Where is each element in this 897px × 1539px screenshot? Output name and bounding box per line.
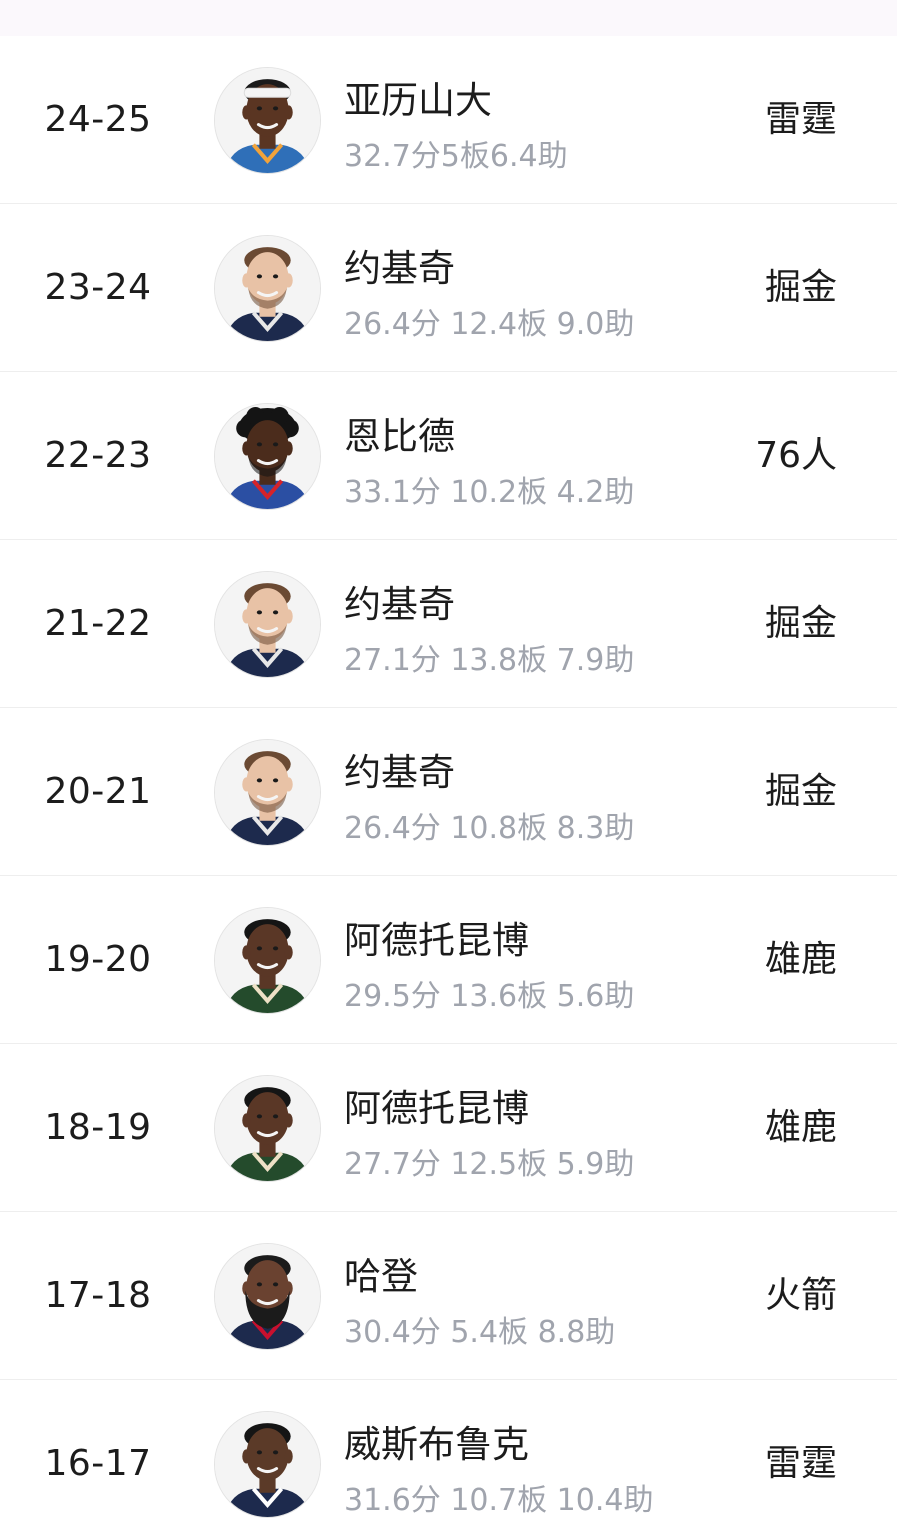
player-photo-icon[interactable] [214, 907, 321, 1014]
player-name[interactable]: 约基奇 [344, 238, 455, 292]
team-name: 雷霆 [764, 99, 837, 140]
player-stats: 30.4分 5.4板 8.8助 [344, 1315, 616, 1350]
player-photo-icon[interactable] [214, 235, 321, 342]
player-photo-icon[interactable] [214, 571, 321, 678]
player-stats: 31.6分 10.7板 10.4助 [344, 1483, 654, 1518]
team-name: 雄鹿 [764, 1107, 837, 1148]
player-stats: 32.7分5板6.4助 [344, 139, 568, 174]
season-label: 17-18 [44, 1275, 152, 1316]
team-name: 76人 [755, 435, 837, 476]
top-strip [0, 0, 897, 36]
mvp-row[interactable]: 24-25 亚历山大 32.7分5板6.4助 雷霆 [0, 36, 897, 204]
mvp-row[interactable]: 21-22 约基奇 27.1分 13.8板 7.9助 掘金 [0, 540, 897, 708]
player-name[interactable]: 威斯布鲁克 [344, 1414, 529, 1468]
mvp-row[interactable]: 17-18 哈登 30.4分 5.4板 8.8助 火箭 [0, 1212, 897, 1380]
season-label: 23-24 [44, 267, 152, 308]
player-name[interactable]: 阿德托昆博 [344, 910, 529, 964]
player-name[interactable]: 亚历山大 [344, 70, 492, 124]
player-stats: 29.5分 13.6板 5.6助 [344, 979, 635, 1014]
player-stats: 33.1分 10.2板 4.2助 [344, 475, 635, 510]
player-name[interactable]: 阿德托昆博 [344, 1078, 529, 1132]
team-name: 掘金 [764, 603, 837, 644]
season-label: 18-19 [44, 1107, 152, 1148]
team-name: 掘金 [764, 771, 837, 812]
team-name: 雄鹿 [764, 939, 837, 980]
mvp-row[interactable]: 23-24 约基奇 26.4分 12.4板 9.0助 掘金 [0, 204, 897, 372]
player-name[interactable]: 哈登 [344, 1246, 418, 1300]
team-name: 火箭 [764, 1275, 837, 1316]
player-photo-icon[interactable] [214, 403, 321, 510]
mvp-row[interactable]: 18-19 阿德托昆博 27.7分 12.5板 5.9助 雄鹿 [0, 1044, 897, 1212]
season-label: 24-25 [44, 99, 152, 140]
mvp-row[interactable]: 19-20 阿德托昆博 29.5分 13.6板 5.6助 雄鹿 [0, 876, 897, 1044]
season-label: 19-20 [44, 939, 152, 980]
player-name[interactable]: 约基奇 [344, 574, 455, 628]
team-name: 雷霆 [764, 1443, 837, 1484]
season-label: 21-22 [44, 603, 152, 644]
player-stats: 26.4分 12.4板 9.0助 [344, 307, 635, 342]
player-stats: 26.4分 10.8板 8.3助 [344, 811, 635, 846]
player-name[interactable]: 约基奇 [344, 742, 455, 796]
season-label: 16-17 [44, 1443, 152, 1484]
season-label: 20-21 [44, 771, 152, 812]
mvp-list: 24-25 亚历山大 32.7分5板6.4助 雷霆 23-24 约基奇 26.4分 12.4… [0, 36, 897, 1539]
player-photo-icon[interactable] [214, 1411, 321, 1518]
season-label: 22-23 [44, 435, 152, 476]
player-stats: 27.1分 13.8板 7.9助 [344, 643, 635, 678]
player-photo-icon[interactable] [214, 1075, 321, 1182]
team-name: 掘金 [764, 267, 837, 308]
player-photo-icon[interactable] [214, 739, 321, 846]
player-photo-icon[interactable] [214, 1243, 321, 1350]
mvp-row[interactable]: 20-21 约基奇 26.4分 10.8板 8.3助 掘金 [0, 708, 897, 876]
player-photo-icon[interactable] [214, 67, 321, 174]
player-stats: 27.7分 12.5板 5.9助 [344, 1147, 635, 1182]
mvp-row[interactable]: 16-17 威斯布鲁克 31.6分 10.7板 10.4助 雷霆 [0, 1380, 897, 1539]
mvp-row[interactable]: 22-23 恩比德 33.1分 10.2板 4.2助 76人 [0, 372, 897, 540]
player-name[interactable]: 恩比德 [344, 406, 455, 460]
